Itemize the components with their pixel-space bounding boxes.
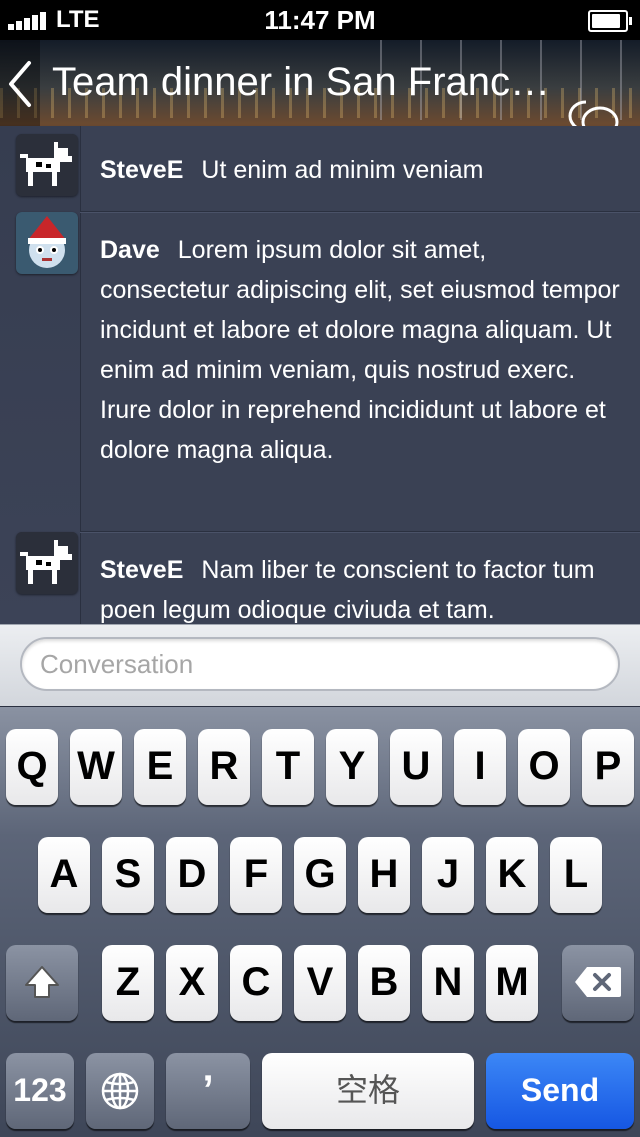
chevron-left-icon <box>9 61 31 107</box>
key-h[interactable]: H <box>358 837 410 913</box>
key-n[interactable]: N <box>422 945 474 1021</box>
avatar[interactable] <box>16 212 78 274</box>
key-i[interactable]: I <box>454 729 506 805</box>
numbers-key[interactable]: 123 <box>6 1053 74 1129</box>
message-item: SteveE Nam liber te conscient to factor t… <box>0 532 640 624</box>
key-v[interactable]: V <box>294 945 346 1021</box>
conversation-input[interactable] <box>20 637 620 691</box>
key-f[interactable]: F <box>230 837 282 913</box>
avatar[interactable] <box>16 532 78 594</box>
dog-avatar-icon <box>16 134 78 196</box>
key-b[interactable]: B <box>358 945 410 1021</box>
key-a[interactable]: A <box>38 837 90 913</box>
santa-hat-avatar-icon <box>16 212 78 274</box>
message-text: Lorem ipsum dolor sit amet, consectetur … <box>100 236 620 464</box>
key-u[interactable]: U <box>390 729 442 805</box>
dog-avatar-icon <box>16 532 78 594</box>
key-s[interactable]: S <box>102 837 154 913</box>
key-t[interactable]: T <box>262 729 314 805</box>
message-item: Dave Lorem ipsum dolor sit amet, consecte… <box>0 212 640 532</box>
delete-key[interactable] <box>562 945 634 1021</box>
message-item: SteveE Ut enim ad minim veniam <box>0 126 640 212</box>
key-q[interactable]: Q <box>6 729 58 805</box>
key-o[interactable]: O <box>518 729 570 805</box>
shift-icon <box>25 966 59 998</box>
globe-key[interactable] <box>86 1053 154 1129</box>
message-body: SteveE Nam liber te conscient to factor t… <box>100 550 620 624</box>
space-key[interactable]: 空格 <box>262 1053 474 1129</box>
keyboard: Q W E R T Y U I O P A S D F G H J K L Z … <box>0 706 640 1137</box>
message-text: Ut enim ad minim veniam <box>201 156 484 184</box>
status-bar: LTE 11:47 PM <box>0 0 640 40</box>
apostrophe-key[interactable]: ’ <box>166 1053 250 1129</box>
shift-key[interactable] <box>6 945 78 1021</box>
key-z[interactable]: Z <box>102 945 154 1021</box>
message-body: SteveE Ut enim ad minim veniam <box>100 150 620 190</box>
key-e[interactable]: E <box>134 729 186 805</box>
key-d[interactable]: D <box>166 837 218 913</box>
composer-bar <box>0 624 640 707</box>
back-button[interactable] <box>0 40 40 128</box>
backspace-icon <box>575 967 621 997</box>
globe-icon <box>101 1072 139 1110</box>
conversation-title: Team dinner in San Franc… <box>52 60 551 104</box>
key-p[interactable]: P <box>582 729 634 805</box>
message-author: SteveE <box>100 156 184 184</box>
key-m[interactable]: M <box>486 945 538 1021</box>
key-j[interactable]: J <box>422 837 474 913</box>
key-c[interactable]: C <box>230 945 282 1021</box>
battery-icon <box>588 10 632 32</box>
message-list[interactable]: SteveE Ut enim ad minim veniam Dave Lorem … <box>0 126 640 624</box>
key-g[interactable]: G <box>294 837 346 913</box>
status-time: 11:47 PM <box>264 5 376 35</box>
key-l[interactable]: L <box>550 837 602 913</box>
avatar[interactable] <box>16 134 78 196</box>
key-r[interactable]: R <box>198 729 250 805</box>
key-y[interactable]: Y <box>326 729 378 805</box>
key-k[interactable]: K <box>486 837 538 913</box>
key-x[interactable]: X <box>166 945 218 1021</box>
key-w[interactable]: W <box>70 729 122 805</box>
message-author: Dave <box>100 236 160 264</box>
message-author: SteveE <box>100 556 184 584</box>
send-button[interactable]: Send <box>486 1053 634 1129</box>
message-body: Dave Lorem ipsum dolor sit amet, consecte… <box>100 230 620 470</box>
